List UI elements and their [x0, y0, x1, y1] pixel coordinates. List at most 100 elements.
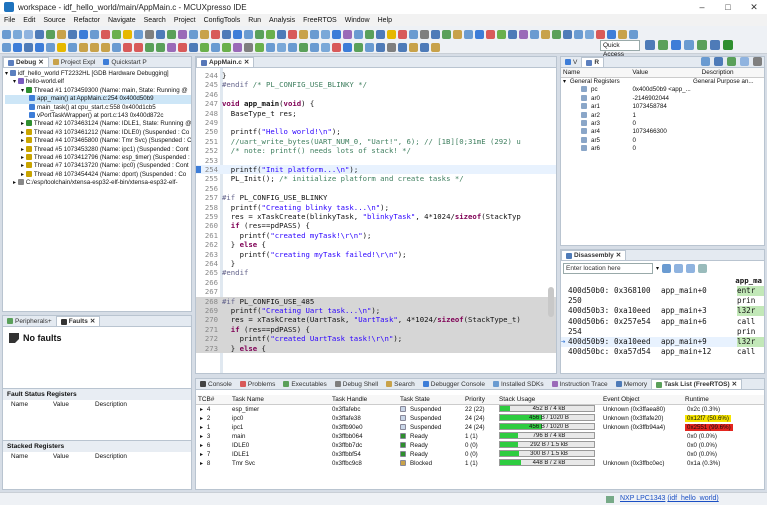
register-row[interactable]: ar4 1073466300 — [561, 128, 764, 136]
toolbar-icon[interactable] — [321, 29, 330, 39]
code-line[interactable]: 273 } else { — [196, 343, 556, 353]
expand-icon[interactable]: ▸ — [13, 179, 16, 186]
toolbar-icon[interactable] — [409, 42, 418, 52]
register-row[interactable]: ar5 0 — [561, 136, 764, 145]
editor-scrollbar-thumb[interactable] — [548, 287, 554, 317]
toolbar-icon[interactable] — [387, 42, 396, 52]
toolbar-icon[interactable] — [167, 29, 176, 39]
toolbar-icon[interactable] — [68, 42, 77, 52]
debug-tree-item[interactable]: ▸ Thread #2 1073463124 (Name: IDLE1, Sta… — [5, 120, 191, 128]
expand-icon[interactable]: ▾ — [13, 78, 16, 85]
toolbar-icon[interactable] — [277, 29, 286, 39]
view-toolbar-icon[interactable] — [753, 57, 762, 66]
toolbar-icon[interactable] — [2, 29, 11, 39]
toolbar-icon[interactable] — [134, 29, 143, 39]
toolbar-icon[interactable] — [35, 42, 44, 52]
debug-tree-item[interactable]: ▸ Thread #6 1073412796 (Name: esp_timer)… — [5, 153, 191, 162]
debug-tree-item[interactable]: ▸ Thread #5 1073453280 (Name: ipc1) (Sus… — [5, 145, 191, 154]
disassembly-row[interactable]: 400d50bc: 0xa57d54 app_main+12 call — [561, 347, 764, 357]
toolbar-icon[interactable] — [398, 42, 407, 52]
perspective-icon[interactable] — [645, 40, 655, 50]
debug-tree-item[interactable]: ▸ Thread #8 1073454424 (Name: dport) (Su… — [5, 170, 191, 179]
menu-configtools[interactable]: ConfigTools — [200, 17, 245, 24]
code-line[interactable]: 264 } — [196, 259, 556, 268]
code-line[interactable]: 247 void app_main(void) { — [196, 99, 556, 108]
toolbar-icon[interactable] — [156, 29, 165, 39]
code-line[interactable]: 269 printf("Creating Uart task...\n"); — [196, 306, 556, 316]
toolbar-icon[interactable] — [200, 29, 209, 39]
tab-problems[interactable]: Problems — [236, 379, 279, 389]
expand-icon[interactable]: ▸ — [198, 451, 203, 458]
toolbar-icon[interactable] — [563, 29, 572, 39]
tab-debugger-console[interactable]: Debugger Console — [419, 379, 489, 389]
menu-project[interactable]: Project — [170, 17, 200, 24]
tab-project-expl[interactable]: Project Expl — [49, 57, 100, 67]
register-row[interactable]: ar0 -2146902044 — [561, 94, 764, 103]
toolbar-icon[interactable] — [123, 29, 132, 39]
debug-tree-item[interactable]: ▸ C:/esp/toolchain/xtensa-esp32-elf-bin/… — [5, 179, 191, 187]
register-row[interactable]: ar6 0 — [561, 145, 764, 153]
debug-tree-item[interactable]: ▾ hello-world.elf — [5, 78, 191, 86]
code-line[interactable]: 266 — [196, 278, 556, 287]
code-line[interactable]: 259 res = xTaskCreate(blinkyTask, "blink… — [196, 212, 556, 221]
view-toolbar-icon[interactable] — [740, 57, 749, 66]
toolbar-icon[interactable] — [442, 29, 451, 39]
code-line[interactable]: 260 if (res==pdPASS) { — [196, 221, 556, 230]
expand-icon[interactable]: ▸ — [198, 433, 203, 440]
expand-icon[interactable]: ▸ — [21, 171, 24, 178]
tab-debug-shell[interactable]: Debug Shell — [331, 379, 382, 389]
toolbar-icon[interactable] — [24, 29, 33, 39]
toolbar-icon[interactable] — [585, 29, 594, 39]
debug-tree-item[interactable]: app_main() at AppMain.c:254 0x400d50b9 — [5, 95, 191, 104]
goto-icon[interactable] — [662, 264, 672, 273]
perspective-icon[interactable] — [658, 40, 668, 50]
toolbar-icon[interactable] — [101, 42, 110, 52]
toolbar-icon[interactable] — [46, 29, 55, 39]
menu-freertos[interactable]: FreeRTOS — [299, 17, 341, 24]
perspective-icon[interactable] — [723, 40, 733, 50]
code-line[interactable]: 248 BaseType_t res; — [196, 109, 556, 118]
register-row[interactable]: ar3 0 — [561, 119, 764, 128]
toolbar-icon[interactable] — [398, 29, 407, 39]
perspective-icon[interactable] — [671, 40, 681, 50]
debug-tree-item[interactable]: main_task() at cpu_start.c:558 0x400d1cb… — [5, 103, 191, 112]
view-toolbar-icon[interactable] — [727, 57, 736, 66]
toolbar-icon[interactable] — [101, 29, 110, 39]
toolbar-icon[interactable] — [420, 42, 429, 52]
toolbar-icon[interactable] — [79, 29, 88, 39]
toolbar-icon[interactable] — [552, 29, 561, 39]
toolbar-icon[interactable] — [321, 42, 330, 52]
location-dropdown-icon[interactable]: ▾ — [656, 265, 659, 272]
debug-tree-item[interactable]: ▸ Thread #4 1073465800 (Name: Tmr Svc) (… — [5, 137, 191, 145]
toolbar-icon[interactable] — [57, 29, 66, 39]
debug-tree-item[interactable]: ▾ idf_hello_world FT2232HL [GDB Hardware… — [5, 70, 191, 78]
menu-analysis[interactable]: Analysis — [265, 17, 299, 24]
menu-file[interactable]: File — [0, 17, 19, 24]
table-row[interactable]: ▸ 8 Tmr Svc 0x3ffbc9c8 Blocked 1 (1) 448… — [196, 459, 764, 468]
minimize-button[interactable]: – — [689, 0, 715, 14]
menu-run[interactable]: Run — [244, 17, 265, 24]
perspective-icon[interactable] — [710, 40, 720, 50]
status-project-name[interactable]: (idf_hello_world) — [667, 495, 718, 502]
code-line[interactable]: 254 printf("Init platform...\n"); — [196, 165, 556, 175]
toolbar-icon[interactable] — [57, 42, 66, 52]
toolbar-icon[interactable] — [310, 29, 319, 39]
toolbar-icon[interactable] — [376, 29, 385, 39]
code-line[interactable]: 265 #endif — [196, 268, 556, 277]
code-line[interactable]: 263 printf("creating myTask failed!\r\n"… — [196, 250, 556, 259]
toolbar-icon[interactable] — [409, 29, 418, 39]
toolbar-icon[interactable] — [574, 29, 583, 39]
register-row[interactable]: ar2 1 — [561, 111, 764, 120]
code-line[interactable]: 245 #endif /* PL_CONFIG_USE_BLINKY */ — [196, 80, 556, 89]
tab-v[interactable]: V — [561, 57, 581, 67]
table-row[interactable]: ▸ 6 IDLE0 0x3ffbb7dc Ready 0 (0) 292 B /… — [196, 441, 764, 450]
toolbar-icon[interactable] — [431, 29, 440, 39]
toolbar-icon[interactable] — [211, 42, 220, 52]
toolbar-icon[interactable] — [79, 42, 88, 52]
toolbar-icon[interactable] — [13, 42, 22, 52]
toolbar-icon[interactable] — [145, 42, 154, 52]
toolbar-icon[interactable] — [266, 42, 275, 52]
toolbar-icon[interactable] — [475, 29, 484, 39]
register-group-row[interactable]: ▾ General Registers General Purpose an... — [561, 78, 764, 86]
toolbar-icon[interactable] — [376, 42, 385, 52]
